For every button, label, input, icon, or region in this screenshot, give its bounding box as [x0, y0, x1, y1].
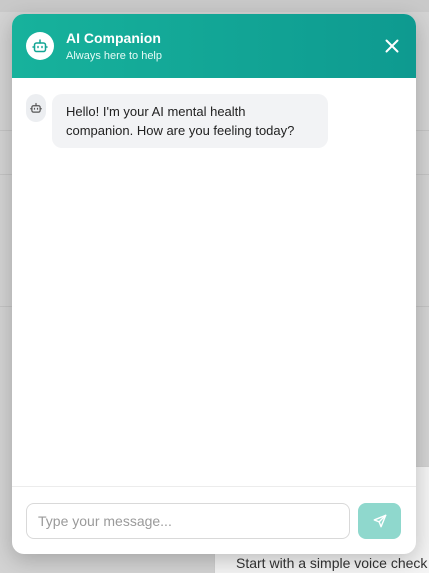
robot-icon [26, 94, 46, 122]
message-composer [12, 486, 416, 554]
close-button[interactable] [382, 36, 402, 56]
send-button[interactable] [358, 502, 401, 539]
background-card-text: Start with a simple voice check [236, 555, 428, 571]
list-item: Hello! I'm your AI mental health compani… [26, 94, 402, 148]
bot-message-bubble: Hello! I'm your AI mental health compani… [52, 94, 328, 148]
close-icon [385, 39, 399, 53]
message-input[interactable] [26, 502, 350, 539]
chat-header: AI Companion Always here to help [12, 14, 416, 78]
background-top-band [0, 0, 429, 12]
chat-subtitle: Always here to help [66, 49, 162, 62]
chat-title: AI Companion [66, 29, 161, 46]
message-list: Hello! I'm your AI mental health compani… [12, 78, 416, 486]
chat-window: AI Companion Always here to help Hello! … [12, 14, 416, 554]
header-text: AI Companion Always here to help [66, 30, 162, 63]
robot-icon [26, 32, 54, 60]
send-icon [373, 514, 386, 527]
